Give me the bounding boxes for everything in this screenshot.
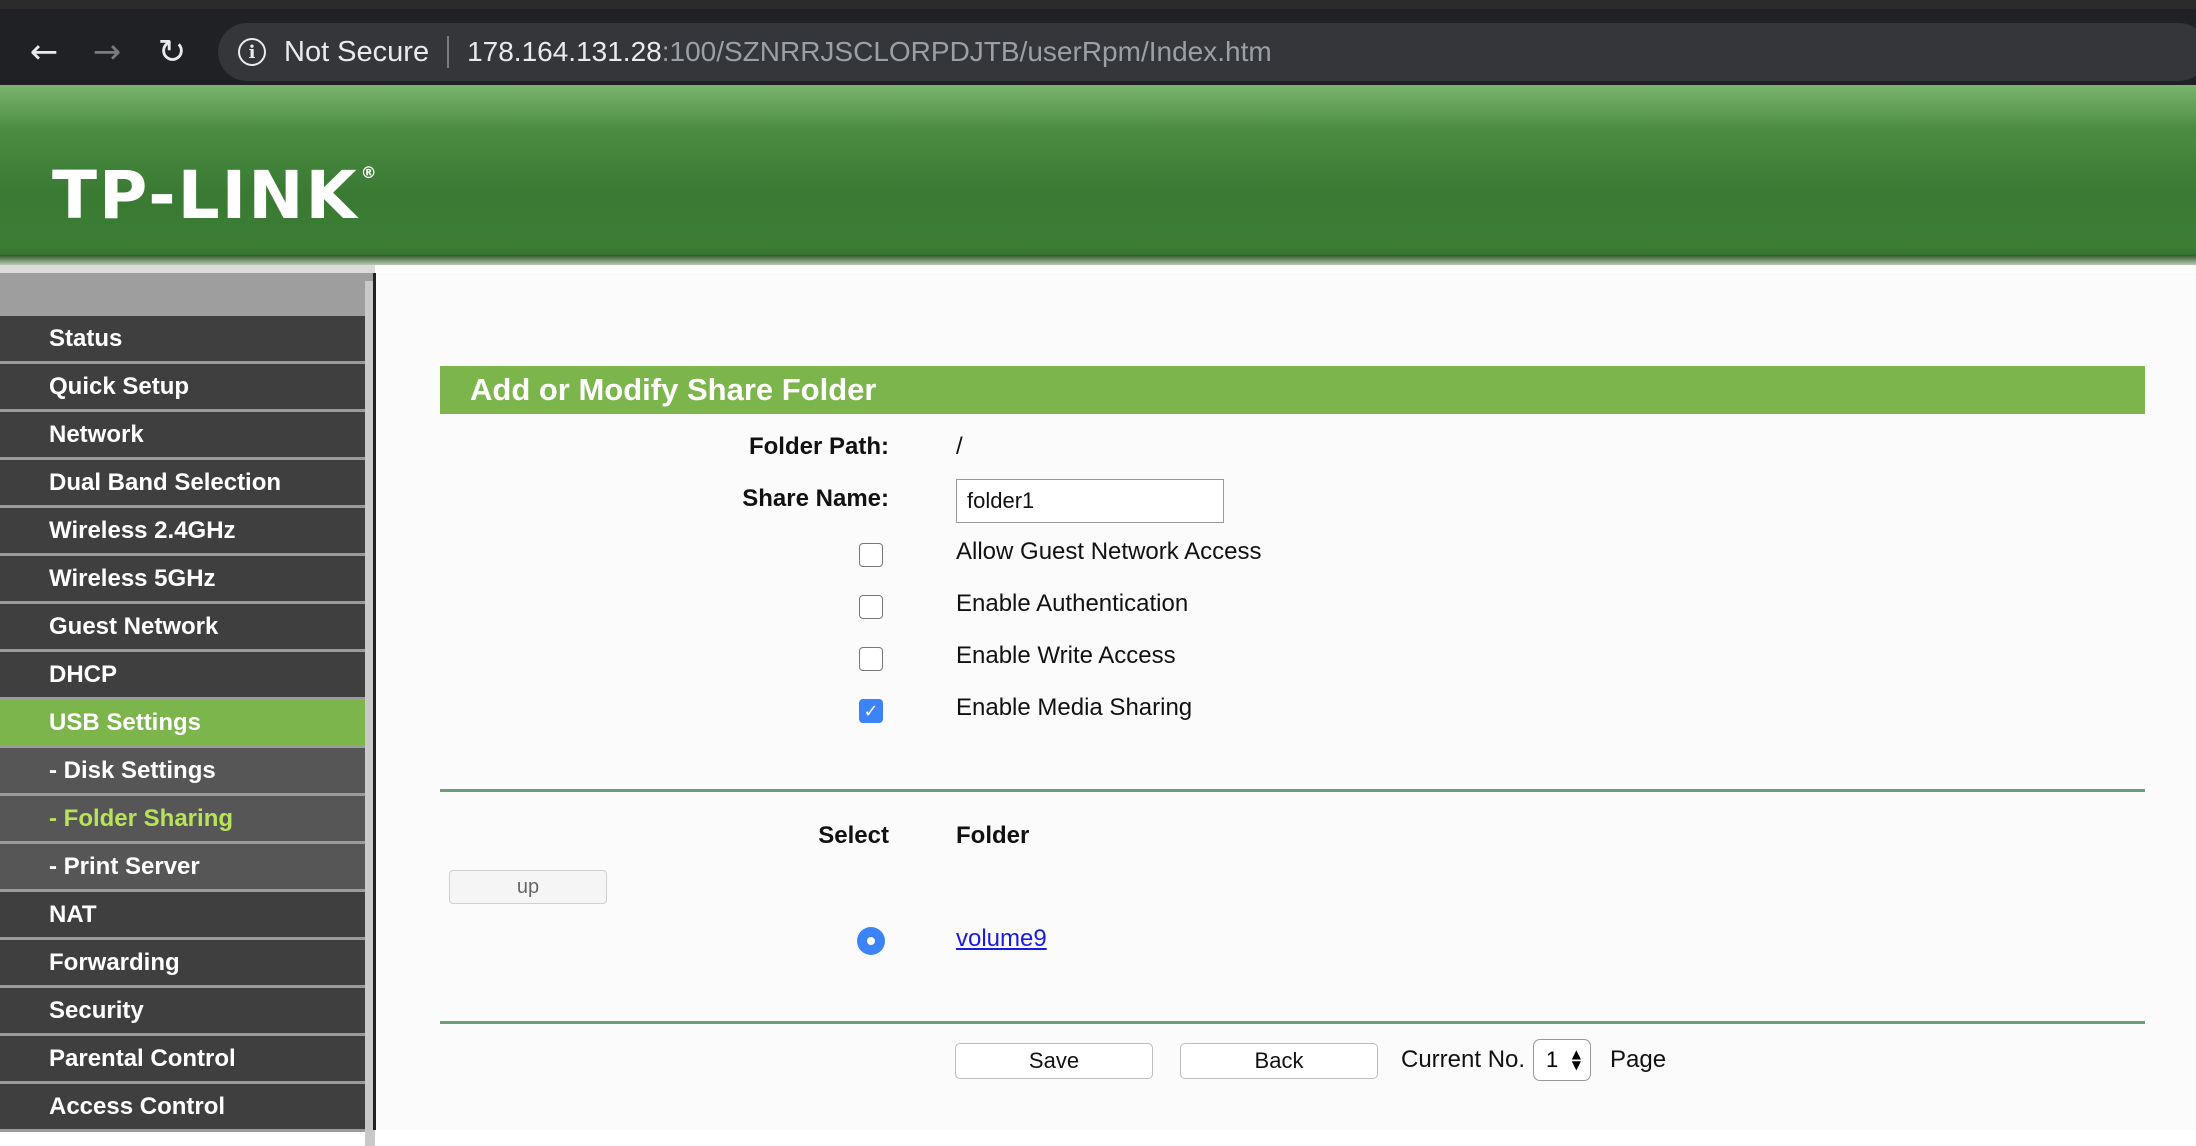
sidebar-item-access-control[interactable]: Access Control [0,1084,375,1132]
address-separator [447,36,450,68]
sidebar-item-quick-setup[interactable]: Quick Setup [0,364,375,412]
address-bar[interactable]: i Not Secure 178.164.131.28:100/SZNRRJSC… [218,23,2196,81]
sidebar-item-guest-network[interactable]: Guest Network [0,604,375,652]
up-button[interactable]: up [449,870,607,904]
security-label: Not Secure [284,35,430,68]
sidebar-item-usb-settings[interactable]: USB Settings [0,700,375,748]
footer-divider [440,1021,2145,1024]
share-name-label: Share Name: [742,485,889,512]
sidebar-item-print-server[interactable]: - Print Server [0,844,375,892]
sidebar-item-nat[interactable]: NAT [0,892,375,940]
enable-media-sharing-label: Enable Media Sharing [956,694,1193,721]
sidebar-item-folder-sharing[interactable]: - Folder Sharing [0,796,375,844]
select-column-header: Select [818,822,889,849]
folder-path-value: / [956,433,963,460]
sidebar-menu: Status Quick Setup Network Dual Band Sel… [0,265,375,1146]
sidebar-item-network[interactable]: Network [0,412,375,460]
enable-authentication-label: Enable Authentication [956,590,1189,617]
enable-write-access-checkbox[interactable] [859,647,883,671]
sidebar-item-disk-settings[interactable]: - Disk Settings [0,748,375,796]
sidebar-item-dhcp[interactable]: DHCP [0,652,375,700]
url-host: 178.164.131.28 [467,36,662,67]
browser-toolbar: ← → ↻ i Not Secure 178.164.131.28:100/SZ… [0,0,2196,85]
enable-authentication-checkbox[interactable] [859,595,883,619]
allow-guest-access-label: Allow Guest Network Access [956,538,1262,565]
tp-link-logo: TP-LINK ® [52,157,379,234]
back-button[interactable]: Back [1180,1043,1378,1079]
page-select-value: 1 [1546,1047,1559,1072]
current-no-label: Current No. [1401,1046,1526,1073]
folder-select-radio[interactable] [857,927,885,955]
page-select[interactable]: 1 ▲ ▼ [1533,1039,1591,1081]
router-header-banner: TP-LINK ® [0,85,2196,265]
enable-media-sharing-checkbox[interactable]: ✓ [859,699,883,723]
sidebar-top-spacer [0,273,375,316]
sidebar-item-dual-band-selection[interactable]: Dual Band Selection [0,460,375,508]
url-path: :100/SZNRRJSCLORPDJTB/userRpm/Index.htm [661,36,1272,67]
sidebar-item-status[interactable]: Status [0,316,375,364]
page-title: Add or Modify Share Folder [440,366,2145,414]
page-label: Page [1610,1046,1667,1073]
folder-column-header: Folder [956,822,1030,849]
allow-guest-access-checkbox[interactable] [859,543,883,567]
folder-path-label: Folder Path: [748,433,889,460]
back-arrow-icon[interactable]: ← [19,27,69,77]
enable-write-access-label: Enable Write Access [956,642,1176,669]
share-name-input[interactable] [956,479,1224,523]
main-content: Add or Modify Share Folder Folder Path: … [376,273,2196,1130]
section-divider [440,789,2145,792]
reload-icon[interactable]: ↻ [147,27,197,77]
checkmark-icon: ✓ [863,700,879,722]
forward-arrow-icon[interactable]: → [82,27,132,77]
sidebar-item-forwarding[interactable]: Forwarding [0,940,375,988]
select-arrows-icon: ▲ ▼ [1571,1047,1581,1072]
sidebar-item-wireless-2-4ghz[interactable]: Wireless 2.4GHz [0,508,375,556]
sidebar-item-security[interactable]: Security [0,988,375,1036]
info-icon[interactable]: i [238,38,266,66]
folder-link-volume9[interactable]: volume9 [956,925,1047,953]
save-button[interactable]: Save [955,1043,1153,1079]
sidebar-item-parental-control[interactable]: Parental Control [0,1036,375,1084]
sidebar-item-wireless-5ghz[interactable]: Wireless 5GHz [0,556,375,604]
